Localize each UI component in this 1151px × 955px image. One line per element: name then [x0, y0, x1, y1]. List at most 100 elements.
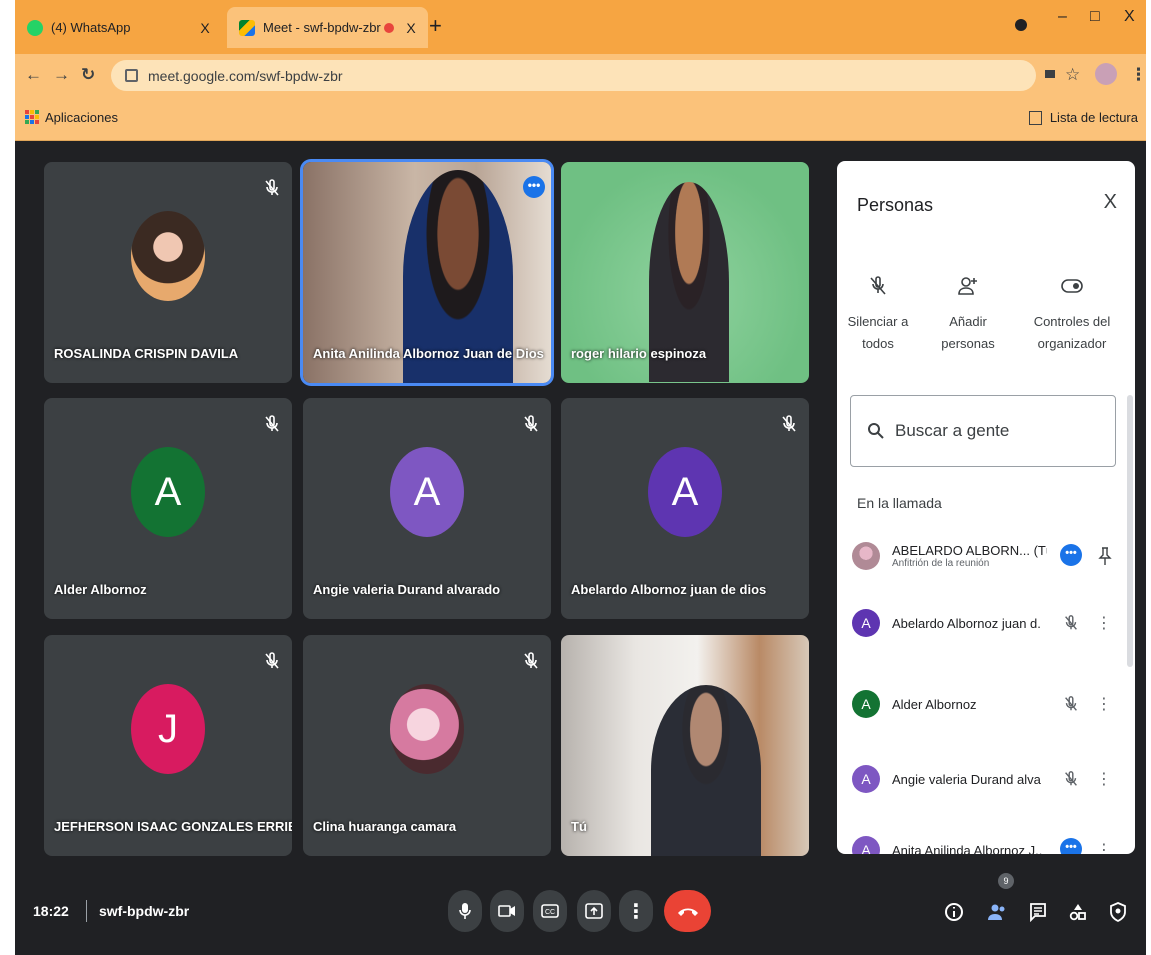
participant-tile[interactable]: Clina huaranga camara [303, 635, 551, 856]
apps-icon[interactable] [25, 110, 39, 124]
participant-name: JEFHERSON ISAAC GONZALES ERRIBA... [54, 819, 292, 834]
whatsapp-icon [27, 19, 43, 36]
hang-up-icon [677, 908, 698, 916]
minimize-button[interactable]: – [1058, 8, 1067, 26]
action-label: Controles del [1033, 314, 1111, 329]
participant-list-item[interactable]: A Anita Anilinda Albornoz J... ••• ⋮ [852, 828, 1120, 854]
close-panel-button[interactable]: X [1104, 191, 1117, 214]
apps-bookmark[interactable]: Aplicaciones [45, 110, 118, 125]
more-options-button[interactable]: ⋮ [619, 890, 653, 932]
tab-strip: (4) WhatsApp X Meet - swf-bpdw-zbr X + –… [15, 0, 1146, 54]
participant-tile-video[interactable]: roger hilario espinoza [561, 162, 809, 383]
participant-tile-video[interactable]: ••• Anita Anilinda Albornoz Juan de Dios [303, 162, 551, 383]
participant-name: ABELARDO ALBORN... (Tú) [892, 543, 1047, 558]
back-icon[interactable]: ← [25, 65, 42, 85]
more-options-icon[interactable]: ⋮ [1096, 613, 1112, 633]
participant-tile[interactable]: A Abelardo Albornoz juan de dios [561, 398, 809, 619]
avatar: A [852, 765, 880, 793]
people-icon[interactable] [987, 902, 1007, 922]
search-people-input[interactable]: Buscar a gente [850, 395, 1116, 467]
camera-button[interactable] [490, 890, 524, 932]
tab-close-button[interactable]: X [196, 20, 214, 36]
participant-name: Abelardo Albornoz juan d... [892, 615, 1042, 631]
url-field[interactable]: meet.google.com/swf-bpdw-zbr [111, 60, 1036, 91]
avatar: A [390, 447, 464, 537]
meeting-controls-bar: 18:22 swf-bpdw-zbr CC ⋮ 9 [15, 869, 1146, 955]
mic-off-icon [870, 276, 886, 295]
meet-area: ROSALINDA CRISPIN DAVILA ••• Anita Anili… [15, 141, 1146, 955]
star-icon[interactable]: ☆ [1065, 65, 1080, 85]
participant-name: Alder Albornoz [54, 582, 147, 597]
meet-icon [239, 19, 255, 36]
participant-name: Tú [571, 819, 587, 834]
action-label: todos [862, 336, 894, 351]
recording-indicator-icon [384, 22, 394, 33]
reading-list-button[interactable]: Lista de lectura [1028, 110, 1138, 125]
meeting-code: swf-bpdw-zbr [99, 903, 190, 919]
participant-name: Abelardo Albornoz juan de dios [571, 582, 767, 597]
participant-list-item[interactable]: A Abelardo Albornoz juan d... ⋮ [852, 601, 1120, 645]
maximize-button[interactable]: □ [1090, 8, 1100, 26]
action-label: Añadir [949, 314, 987, 329]
search-icon [868, 423, 884, 439]
panel-scrollbar[interactable] [1127, 395, 1133, 667]
avatar [852, 542, 880, 570]
host-controls-button[interactable]: Controles del organizador [1027, 273, 1117, 355]
browser-window: (4) WhatsApp X Meet - swf-bpdw-zbr X + –… [15, 0, 1147, 955]
present-button[interactable] [577, 890, 611, 932]
reload-icon[interactable]: ↻ [81, 65, 95, 85]
forward-icon[interactable]: → [53, 65, 70, 85]
avatar: A [852, 690, 880, 718]
profile-indicator-icon[interactable] [1015, 19, 1027, 31]
participant-name: ROSALINDA CRISPIN DAVILA [54, 346, 239, 361]
participant-tile-self-video[interactable]: Tú [561, 635, 809, 856]
more-options-icon[interactable]: ⋮ [1096, 694, 1112, 714]
more-vert-icon: ⋮ [626, 900, 646, 923]
more-options-icon[interactable]: ⋮ [1096, 769, 1112, 789]
tab-meet[interactable]: Meet - swf-bpdw-zbr X [227, 7, 428, 48]
bookmarks-bar: Aplicaciones Lista de lectura [15, 97, 1146, 141]
captions-button[interactable]: CC [533, 890, 567, 932]
more-options-icon[interactable]: ⋮ [1096, 840, 1112, 854]
address-bar: ← → ↻ meet.google.com/swf-bpdw-zbr ☆ ⋮ [15, 54, 1147, 97]
participants-count-badge: 9 [998, 873, 1014, 889]
pin-icon[interactable] [1098, 546, 1112, 566]
speaking-indicator-icon: ••• [1060, 838, 1082, 854]
reading-list-icon [1028, 110, 1042, 125]
microphone-icon [459, 903, 471, 919]
host-controls-icon[interactable] [1108, 902, 1128, 922]
mic-off-icon [265, 652, 279, 669]
avatar[interactable] [1095, 63, 1117, 85]
info-icon[interactable] [944, 902, 964, 922]
divider [86, 900, 87, 922]
more-options-icon[interactable]: ••• [523, 176, 545, 198]
new-tab-button[interactable]: + [429, 13, 442, 39]
mic-off-icon [1065, 771, 1077, 786]
mic-off-icon [782, 415, 796, 432]
microphone-button[interactable] [448, 890, 482, 932]
camera-icon[interactable] [1045, 70, 1055, 78]
participant-name: Alder Albornoz [892, 696, 977, 712]
add-people-button[interactable]: Añadir personas [923, 273, 1013, 355]
participant-tile[interactable]: J JEFHERSON ISAAC GONZALES ERRIBA... [44, 635, 292, 856]
leave-call-button[interactable] [664, 890, 711, 932]
lock-icon [125, 69, 138, 82]
mute-all-button[interactable]: Silenciar a todos [837, 273, 923, 355]
panel-title: Personas [857, 195, 934, 215]
avatar: A [852, 836, 880, 854]
close-window-button[interactable]: X [1124, 8, 1135, 26]
participant-list-item[interactable]: ABELARDO ALBORN... (Tú) Anfitrión de la … [852, 534, 1120, 578]
participant-tile[interactable]: A Alder Albornoz [44, 398, 292, 619]
action-label: personas [941, 336, 995, 351]
mic-off-icon [1065, 615, 1077, 630]
participant-list-item[interactable]: A Angie valeria Durand alva... ⋮ [852, 757, 1120, 801]
chat-icon[interactable] [1028, 902, 1048, 922]
tab-close-button[interactable]: X [402, 20, 420, 36]
participant-tile[interactable]: A Angie valeria Durand alvarado [303, 398, 551, 619]
menu-icon[interactable]: ⋮ [1130, 65, 1147, 85]
activities-icon[interactable] [1068, 902, 1088, 922]
tab-whatsapp[interactable]: (4) WhatsApp X [15, 7, 222, 48]
section-heading: En la llamada [857, 495, 942, 511]
participant-tile[interactable]: ROSALINDA CRISPIN DAVILA [44, 162, 292, 383]
participant-list-item[interactable]: A Alder Albornoz ⋮ [852, 682, 1120, 726]
